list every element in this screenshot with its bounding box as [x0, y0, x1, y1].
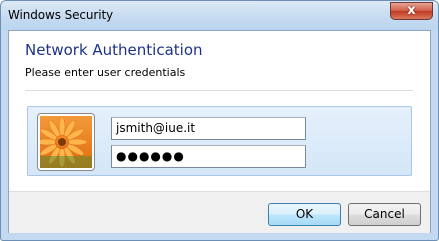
credential-tile[interactable]: jsmith@iue.it ●●●●●●	[27, 106, 412, 176]
close-button[interactable]: x	[390, 2, 433, 20]
window-title: Windows Security	[8, 8, 114, 22]
cancel-button[interactable]: Cancel	[348, 203, 421, 226]
close-icon: x	[407, 3, 416, 18]
ok-button[interactable]: OK	[268, 203, 341, 226]
password-field[interactable]: ●●●●●●	[111, 145, 306, 168]
dialog-heading: Network Authentication	[25, 41, 203, 59]
dialog-subheading: Please enter user credentials	[25, 66, 186, 79]
separator	[25, 90, 413, 91]
security-dialog-window: Windows Security x Network Authenticatio…	[0, 0, 439, 241]
dialog-content: Network Authentication Please enter user…	[8, 30, 431, 233]
username-field[interactable]: jsmith@iue.it	[111, 117, 306, 140]
title-bar[interactable]: Windows Security x	[1, 1, 438, 30]
flower-user-icon	[37, 113, 95, 171]
button-bar: OK Cancel	[9, 191, 430, 233]
